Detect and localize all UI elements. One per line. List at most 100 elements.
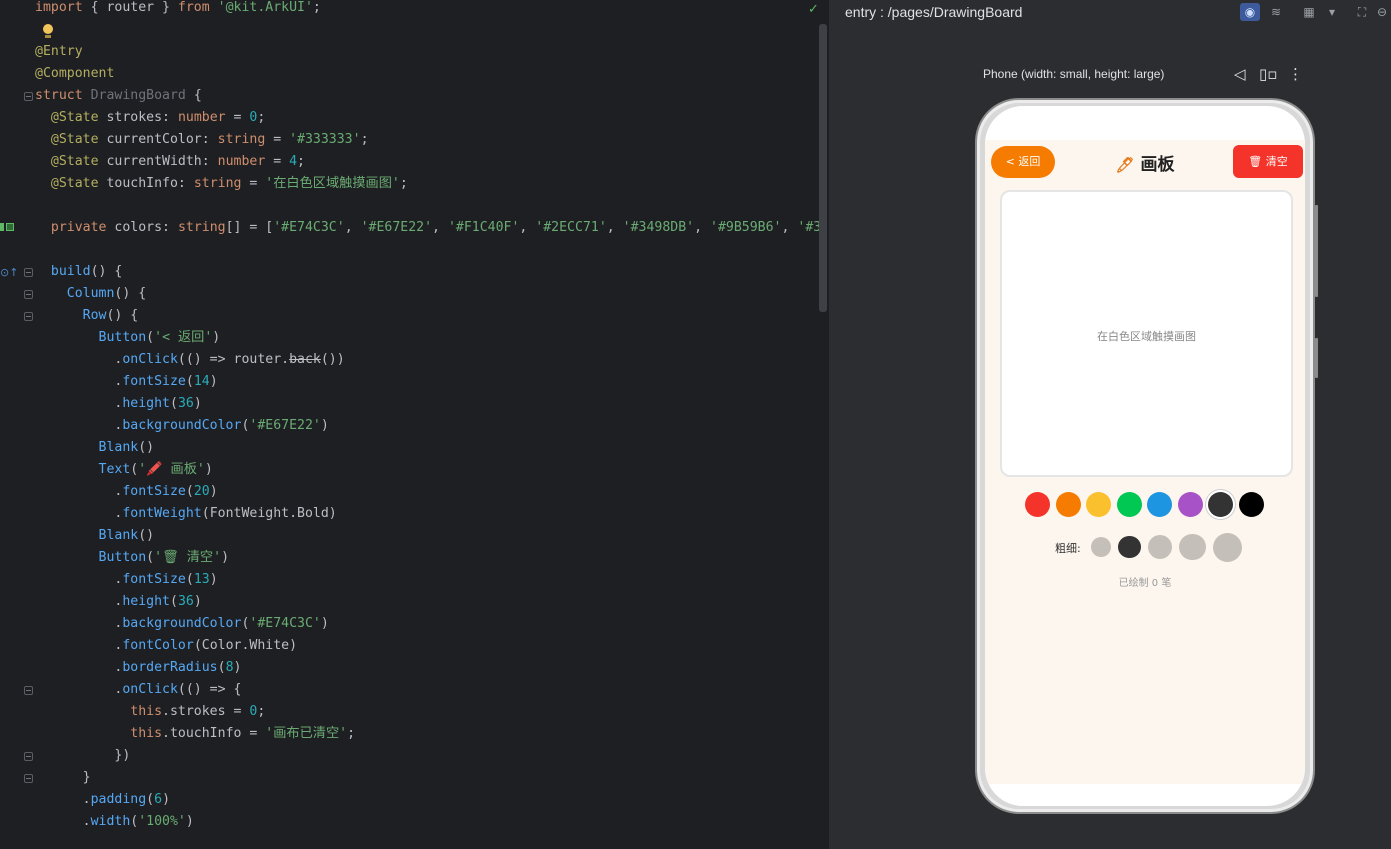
code-line[interactable]: @State touchInfo: string = '在白色区域触摸画图'; (35, 173, 818, 195)
color-swatch[interactable] (1055, 492, 1081, 517)
fold-toggle-icon[interactable] (24, 774, 33, 783)
code-token: . (35, 814, 91, 829)
override-icon[interactable]: ⊙↑ (0, 266, 18, 279)
code-token: . (35, 594, 123, 609)
width-option[interactable] (1118, 535, 1141, 559)
code-line[interactable]: @State strokes: number = 0; (35, 107, 818, 129)
code-line[interactable]: .height(36) (35, 393, 818, 415)
width-option[interactable] (1147, 534, 1173, 560)
code-line[interactable]: Blank() (35, 437, 818, 459)
code-line[interactable]: import { router } from '@kit.ArkUI'; (35, 0, 818, 19)
code-token: . (35, 506, 123, 521)
code-token: ) (162, 792, 171, 807)
fold-toggle-icon[interactable] (24, 312, 33, 321)
code-line[interactable]: this.touchInfo = '画布已清空'; (35, 723, 818, 745)
layers-icon[interactable]: ≋ (1266, 3, 1286, 21)
code-line[interactable]: Blank() (35, 525, 818, 547)
zoom-out-icon[interactable]: ⊖ (1372, 3, 1391, 21)
code-token: . (35, 638, 123, 653)
code-line[interactable]: .onClick(() => { (35, 679, 818, 701)
code-line[interactable]: .fontWeight(FontWeight.Bold) (35, 503, 818, 525)
grid-icon[interactable]: ▦ (1299, 3, 1319, 21)
fold-toggle-icon[interactable] (24, 268, 33, 277)
color-swatch[interactable] (1177, 492, 1203, 517)
code-line[interactable]: .fontSize(14) (35, 371, 818, 393)
code-token: , (694, 220, 711, 235)
code-line[interactable]: .fontColor(Color.White) (35, 635, 818, 657)
code-line[interactable]: } (35, 767, 818, 789)
code-token: ( (146, 792, 155, 807)
color-swatch[interactable] (1025, 492, 1050, 517)
code-token: Row (82, 308, 107, 323)
eye-icon[interactable]: ◉ (1240, 3, 1260, 21)
code-line[interactable]: .width('100%') (35, 811, 818, 833)
code-line[interactable]: .padding(6) (35, 789, 818, 811)
fold-toggle-icon[interactable] (24, 686, 33, 695)
code-line[interactable]: Column() { (35, 283, 818, 305)
code-token: ; (297, 154, 305, 169)
change-marker (0, 223, 4, 231)
code-line[interactable]: Button('< 返回') (35, 327, 818, 349)
rotate-back-icon[interactable]: ◁ (1234, 66, 1246, 82)
color-swatch[interactable] (1147, 492, 1172, 517)
code-token: ( (217, 660, 226, 675)
code-token: ) (193, 594, 202, 609)
code-area[interactable]: import { router } from '@kit.ArkUI'; @Ent… (35, 0, 821, 833)
code-token: this (130, 704, 163, 719)
code-line[interactable]: .fontSize(20) (35, 481, 818, 503)
code-token: ( (169, 594, 178, 609)
color-swatch[interactable] (1116, 492, 1142, 517)
code-token: '#F1C40F' (447, 220, 520, 235)
code-line[interactable]: @State currentColor: string = '#333333'; (35, 129, 818, 151)
color-swatch-marker[interactable] (6, 223, 14, 231)
fold-toggle-icon[interactable] (24, 92, 33, 101)
width-option[interactable] (1179, 533, 1206, 561)
code-line[interactable]: build() { (35, 261, 818, 283)
chevron-down-icon[interactable]: ▾ (1322, 3, 1342, 21)
code-token: ; (399, 176, 408, 191)
drawing-canvas[interactable]: 在白色区域触摸画图 (1000, 190, 1293, 477)
width-option[interactable] (1213, 532, 1242, 562)
code-line[interactable]: struct DrawingBoard { (35, 85, 818, 107)
code-token: this (130, 726, 163, 741)
code-line[interactable]: .onClick(() => router.back()) (35, 349, 818, 371)
code-line[interactable] (35, 19, 818, 41)
color-swatch[interactable] (1086, 492, 1111, 517)
code-line[interactable]: @Entry (35, 41, 818, 63)
code-token: Blank (98, 528, 139, 543)
color-swatch[interactable] (1208, 492, 1233, 517)
phone-side-button (1315, 338, 1318, 378)
code-line[interactable]: Button('🗑 清空') (35, 547, 818, 569)
title-text: 画板 (1140, 155, 1175, 175)
color-swatch[interactable] (1238, 492, 1264, 517)
code-line[interactable]: }) (35, 745, 818, 767)
frame-icon[interactable]: ⛶ (1352, 3, 1372, 21)
code-token: fontSize (122, 484, 186, 499)
code-token: '100%' (138, 814, 186, 829)
code-line[interactable]: Text('🖍️ 画板') (35, 459, 818, 481)
code-line[interactable]: .borderRadius(8) (35, 657, 818, 679)
fold-toggle-icon[interactable] (24, 290, 33, 299)
code-line[interactable]: .height(36) (35, 591, 818, 613)
width-option[interactable] (1091, 536, 1112, 558)
code-line[interactable]: Row() { (35, 305, 818, 327)
device-switch-icon[interactable]: ▯▫ (1259, 66, 1277, 82)
code-editor[interactable]: ⊙↑ import { router } from '@kit.ArkUI'; @… (0, 0, 828, 849)
clear-button[interactable]: 🗑 清空 (1233, 145, 1303, 178)
code-line[interactable] (35, 195, 818, 217)
code-line[interactable]: @State currentWidth: number = 4; (35, 151, 818, 173)
code-token: 4 (289, 154, 298, 169)
more-options-icon[interactable]: ⋮ (1288, 66, 1303, 82)
code-line[interactable] (35, 239, 818, 261)
fold-toggle-icon[interactable] (24, 752, 33, 761)
code-token: DrawingBoard (90, 88, 186, 103)
code-line[interactable]: this.strokes = 0; (35, 701, 818, 723)
code-line[interactable]: private colors: string[] = ['#E74C3C', '… (35, 217, 821, 239)
code-line[interactable]: .backgroundColor('#E67E22') (35, 415, 818, 437)
code-line[interactable]: .backgroundColor('#E74C3C') (35, 613, 818, 635)
phone-frame: < 返回 🖊 画板 🗑 清空 在白色区域触摸画图 粗细: 已绘制 0 笔 (975, 98, 1315, 814)
editor-scrollbar[interactable] (819, 24, 827, 312)
code-line[interactable]: .fontSize(13) (35, 569, 818, 591)
code-line[interactable]: @Component (35, 63, 818, 85)
